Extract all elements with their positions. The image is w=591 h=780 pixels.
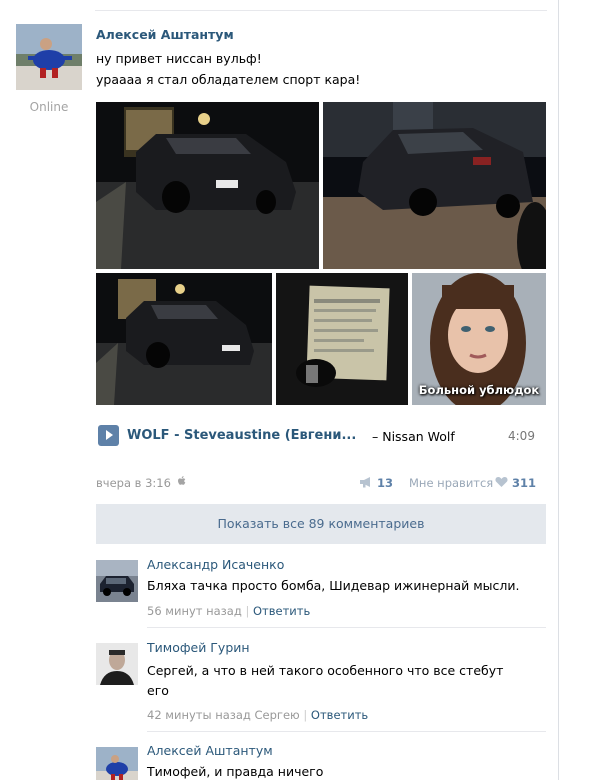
comment-avatar[interactable] (96, 747, 138, 780)
page-border (558, 0, 559, 780)
comment-time[interactable]: 56 минут назад (147, 604, 242, 618)
comment-meta: 56 минут назад | Ответить (147, 604, 311, 618)
audio-artist-link[interactable]: WOLF - Steveaustine (Евгени... (127, 428, 356, 443)
comment-avatar[interactable] (96, 643, 138, 685)
comment-text: его (147, 683, 169, 698)
comment-divider (147, 731, 546, 732)
comment-avatar[interactable] (96, 560, 138, 602)
comment-time[interactable]: 42 минуты назад Сергею (147, 708, 300, 722)
comment-author-name[interactable]: Тимофей Гурин (147, 640, 250, 655)
apple-icon (178, 476, 186, 485)
post-text-line: урaaaa я стал обладателем спорт кара! (96, 72, 361, 87)
show-all-comments-button[interactable]: Показать все 89 комментариев (96, 504, 546, 544)
reply-link[interactable]: Ответить (311, 708, 368, 722)
comment-meta: 42 минуты назад Сергею | Ответить (147, 708, 369, 722)
like-count[interactable]: 311 (512, 476, 536, 490)
audio-title: – Nissan Wolf (372, 429, 455, 444)
photo-caption: Больной ублюдок (418, 383, 540, 397)
comment-author-name[interactable]: Александр Исаченко (147, 557, 284, 572)
post-author-avatar[interactable] (16, 24, 82, 90)
post-photo-document-keys[interactable] (276, 273, 408, 405)
comment-author-name[interactable]: Алексей Аштантум (147, 743, 273, 758)
audio-attachment: WOLF - Steveaustine (Евгени... – Nissan … (96, 424, 546, 450)
online-status: Online (29, 100, 69, 114)
reply-link[interactable]: Ответить (253, 604, 310, 618)
post-photo-portrait-caption[interactable]: Больной ублюдок (412, 273, 546, 405)
post-photo-car-side-night[interactable] (96, 273, 272, 405)
heart-icon[interactable] (495, 476, 508, 488)
comment-text: Бляха тачка просто бомба, Шидевар ижинер… (147, 578, 520, 593)
megaphone-icon[interactable] (359, 476, 373, 488)
comment-text: Тимофей, и правда ничего (147, 764, 324, 779)
comment-divider (147, 627, 546, 628)
post-author-name[interactable]: Алексей Аштантум (96, 27, 234, 42)
audio-duration: 4:09 (508, 429, 535, 443)
post-text-line: ну привет ниссан вульф! (96, 51, 262, 66)
comment-text: Сергей, а что в ней такого особенного чт… (147, 663, 504, 678)
like-button-label[interactable]: Мне нравится (409, 476, 493, 490)
post-date-link[interactable]: вчера в 3:16 (96, 476, 171, 490)
post-top-divider (95, 10, 547, 11)
post-photo-car-front-night[interactable] (96, 102, 319, 269)
play-icon[interactable] (98, 425, 119, 446)
post-photo-car-rear-night[interactable] (323, 102, 546, 269)
share-count[interactable]: 13 (377, 476, 393, 490)
